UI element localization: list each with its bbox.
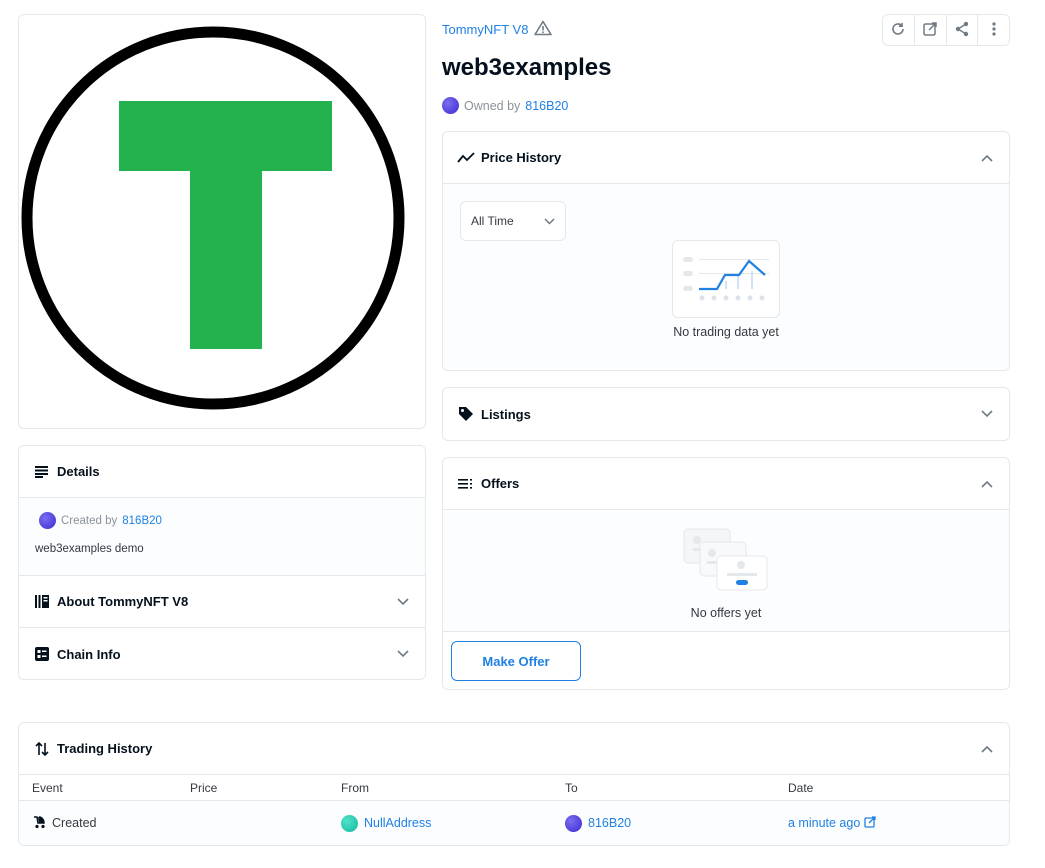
- empty-chart-illustration: [672, 240, 780, 318]
- owned-by-label: Owned by: [464, 98, 521, 113]
- nft-image-card[interactable]: [18, 14, 426, 429]
- chevron-down-icon: [544, 214, 555, 228]
- listings-title: Listings: [481, 406, 531, 422]
- asset-title: web3examples: [442, 54, 612, 81]
- chain-info-label: Chain Info: [57, 646, 121, 662]
- about-collection-label: About TommyNFT V8: [57, 594, 189, 609]
- price-history-title: Price History: [481, 150, 562, 165]
- no-trading-data-text: No trading data yet: [673, 325, 779, 339]
- created-by-label: Created by: [61, 514, 118, 527]
- asset-toolbar: [882, 14, 1010, 46]
- chevron-up-icon: [979, 476, 995, 492]
- swap-arrows-icon: [33, 740, 51, 758]
- more-vertical-icon: [992, 21, 996, 39]
- more-options-button[interactable]: [978, 15, 1009, 45]
- owned-by-row: Owned by 816B20: [442, 97, 568, 114]
- details-header: Details: [19, 446, 425, 498]
- owner-avatar[interactable]: [442, 97, 459, 114]
- column-header-date: Date: [788, 780, 814, 795]
- chevron-down-icon: [395, 646, 411, 662]
- letter-t-stem: [190, 165, 262, 349]
- details-card: Details Created by 816B20 web3examples d…: [18, 445, 426, 680]
- creator-avatar[interactable]: [39, 512, 56, 529]
- refresh-button[interactable]: [883, 15, 915, 45]
- column-header-to: To: [565, 780, 578, 795]
- from-cell[interactable]: NullAddress: [341, 814, 431, 832]
- price-history-header[interactable]: Price History: [443, 132, 1009, 184]
- offers-card: Offers No offers yet Make Offer: [442, 457, 1010, 690]
- no-offers-text: No offers yet: [690, 606, 762, 620]
- chevron-up-icon: [979, 150, 995, 166]
- empty-offers-illustration: [683, 528, 769, 595]
- share-button[interactable]: [947, 15, 979, 45]
- refresh-icon: [891, 22, 905, 39]
- trading-history-title: Trading History: [57, 741, 153, 756]
- details-lines-icon: [33, 463, 51, 481]
- offers-header[interactable]: Offers: [443, 458, 1009, 510]
- nft-description: web3examples demo: [35, 543, 144, 555]
- chain-info-accordion[interactable]: Chain Info: [19, 628, 425, 679]
- column-header-from: From: [341, 780, 369, 795]
- make-offer-button[interactable]: Make Offer: [451, 641, 581, 681]
- letter-t-bar: [119, 101, 332, 171]
- date-cell[interactable]: a minute ago: [788, 815, 876, 831]
- list-icon: [457, 475, 475, 493]
- listings-card: Listings: [442, 387, 1010, 441]
- trading-history-card: Trading History Event Price From To Date…: [18, 722, 1010, 846]
- to-cell[interactable]: 816B20: [565, 814, 631, 832]
- event-cell: Created: [32, 815, 96, 832]
- table-row: Created NullAddress 816B20 a minute ago: [19, 801, 1009, 845]
- chevron-down-icon: [979, 406, 995, 422]
- offers-title: Offers: [481, 476, 520, 491]
- date-link[interactable]: a minute ago: [788, 816, 860, 830]
- collection-row: TommyNFT V8: [442, 20, 553, 39]
- column-header-event: Event: [32, 780, 63, 795]
- collection-link[interactable]: TommyNFT V8: [442, 22, 528, 37]
- warning-triangle-icon[interactable]: [534, 20, 553, 39]
- creator-link[interactable]: 816B20: [122, 515, 162, 527]
- book-icon: [33, 593, 51, 611]
- external-link-icon[interactable]: [864, 815, 876, 831]
- from-avatar[interactable]: [341, 814, 358, 832]
- chain-info-icon: [33, 645, 51, 663]
- share-icon: [954, 21, 970, 40]
- time-range-select[interactable]: All Time: [460, 201, 566, 241]
- chevron-up-icon: [979, 741, 995, 757]
- open-external-button[interactable]: [915, 15, 947, 45]
- event-type: Created: [52, 816, 97, 830]
- table-header-row: Event Price From To Date: [19, 775, 1009, 801]
- to-link[interactable]: 816B20: [588, 816, 631, 830]
- owner-link[interactable]: 816B20: [525, 99, 568, 113]
- external-link-icon: [923, 21, 937, 39]
- trading-history-header[interactable]: Trading History: [19, 723, 1009, 775]
- trend-line-icon: [457, 149, 475, 167]
- to-avatar[interactable]: [565, 814, 582, 832]
- column-header-price: Price: [190, 780, 218, 795]
- details-title: Details: [57, 464, 100, 479]
- nft-image[interactable]: [19, 15, 425, 428]
- stroller-icon: [32, 815, 46, 832]
- about-collection-accordion[interactable]: About TommyNFT V8: [19, 576, 425, 628]
- price-history-card: Price History All Time No trading data y…: [442, 131, 1010, 371]
- listings-header[interactable]: Listings: [443, 388, 1009, 440]
- time-range-value: All Time: [471, 214, 514, 228]
- tag-icon: [457, 405, 475, 423]
- from-link[interactable]: NullAddress: [364, 816, 431, 830]
- chevron-down-icon: [395, 594, 411, 610]
